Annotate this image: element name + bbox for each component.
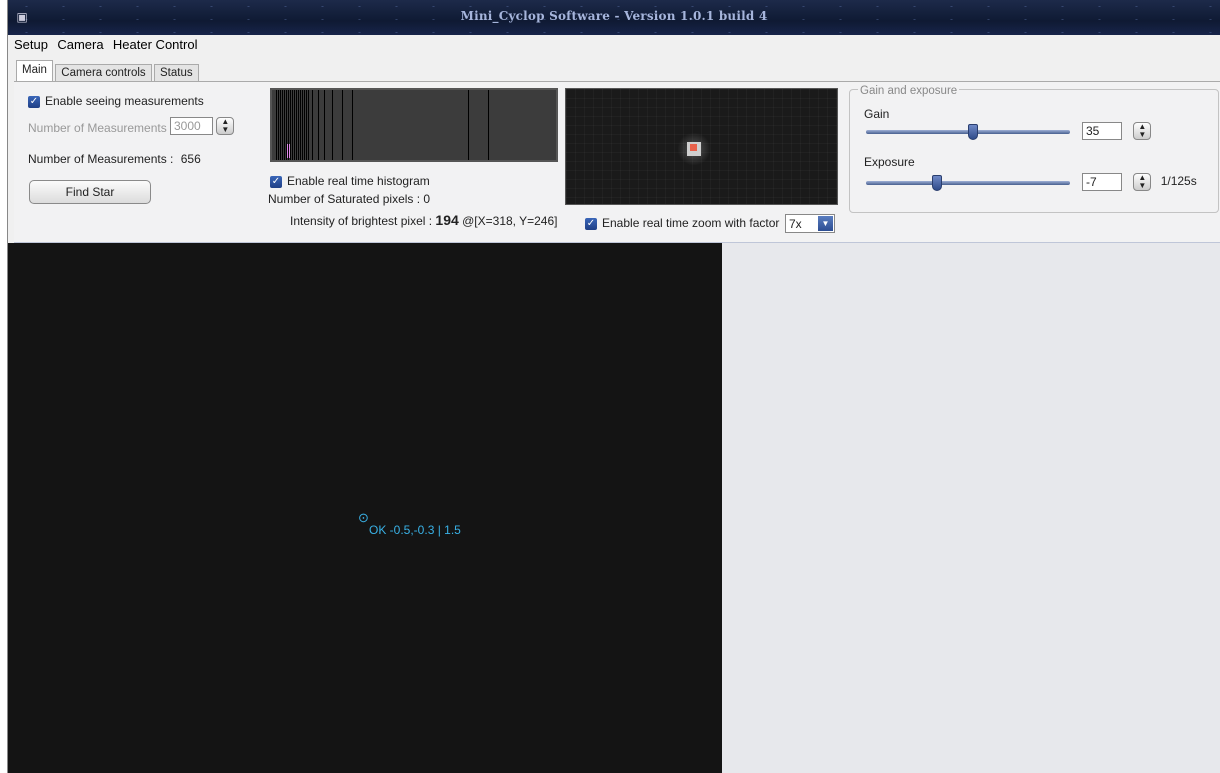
histogram-bar [290,90,291,160]
target-status-text: OK -0.5,-0.3 | 1.5 [369,523,461,537]
enable-seeing-label: Enable seeing measurements [45,94,204,108]
histogram-bar [324,90,325,160]
exposure-input[interactable]: -7 [1082,173,1122,191]
camera-view[interactable] [8,243,722,773]
chevron-down-icon[interactable]: ▼ [818,216,833,231]
histogram-bar [488,90,489,160]
histogram-bar [352,90,353,160]
window-left-edge [0,0,8,773]
saturated-pixels-label: Number of Saturated pixels : 0 [268,192,431,206]
checkbox-checked-icon: ✓ [28,95,40,108]
histogram-bar [468,90,469,160]
right-pane [722,243,1220,773]
histogram-bar [294,90,295,160]
gain-exposure-legend: Gain and exposure [858,85,960,97]
histogram-bar [282,90,283,160]
zoom-factor-value: 7x [789,217,802,231]
histogram-view [270,88,558,162]
zoom-star-center [690,144,697,151]
enable-seeing-checkbox[interactable]: ✓ Enable seeing measurements [28,94,204,108]
enable-zoom-label: Enable real time zoom with factor [602,216,780,230]
histogram-bar [288,90,289,160]
checkbox-checked-icon: ✓ [585,217,597,230]
zoom-factor-select[interactable]: 7x ▼ [785,214,835,233]
brightest-pixel-label: Intensity of brightest pixel : [290,214,433,228]
num-measurements-stepper[interactable]: 3000 ▲ ▼ [170,117,235,135]
gain-exposure-group [849,89,1219,213]
tab-strip: Main Camera controls Status [16,60,199,85]
histogram-bar [286,90,287,160]
num-measurements-label: Number of Measurements [28,121,167,135]
num-measurements-readout: Number of Measurements : 656 [28,152,201,166]
histogram-bar [306,90,307,160]
exposure-slider-thumb[interactable] [932,175,942,191]
histogram-bar [276,90,277,160]
histogram-bar [280,90,281,160]
exposure-stepper[interactable]: -7 ▲ ▼ 1/125s [1082,173,1197,191]
brightest-pixel-coords: @[X=318, Y=246] [462,214,558,228]
spin-updown-icon[interactable]: ▲ ▼ [1133,173,1152,191]
menu-camera[interactable]: Camera [57,37,103,52]
histogram-bar [300,90,301,160]
brightest-pixel-row: Intensity of brightest pixel : 194 @[X=3… [290,212,558,228]
gain-stepper[interactable]: 35 ▲ ▼ [1082,122,1152,140]
num-measurements-readout-value: 656 [180,152,201,166]
gain-input[interactable]: 35 [1082,122,1122,140]
histogram-bar [292,90,293,160]
enable-histogram-checkbox[interactable]: ✓ Enable real time histogram [270,174,430,188]
histogram-bar [302,90,303,160]
enable-zoom-checkbox[interactable]: ✓ Enable real time zoom with factor [585,216,779,230]
find-star-button[interactable]: Find Star [29,180,151,204]
zoom-view [565,88,838,205]
histogram-bar [278,90,279,160]
histogram-bar [298,90,299,160]
histogram-bar [342,90,343,160]
histogram-bar [332,90,333,160]
exposure-slider[interactable] [866,181,1070,185]
window-title: Mini_Cyclop Software - Version 1.0.1 bui… [460,9,768,23]
histogram-bar [304,90,305,160]
num-measurements-input[interactable]: 3000 [170,117,213,135]
gain-label: Gain [864,107,890,121]
num-measurements-readout-label: Number of Measurements : [28,152,174,166]
menu-setup[interactable]: Setup [14,37,48,52]
exposure-label: Exposure [864,155,915,169]
menu-bar: Setup Camera Heater Control [14,37,203,57]
histogram-bar [296,90,297,160]
enable-histogram-label: Enable real time histogram [287,174,430,188]
target-icon: ⊙ [358,510,369,525]
spin-updown-icon[interactable]: ▲ ▼ [216,117,235,135]
spin-updown-icon[interactable]: ▲ ▼ [1133,122,1152,140]
histogram-bar [318,90,319,160]
histogram-bar [284,90,285,160]
title-bar: ▣ Mini_Cyclop Software - Version 1.0.1 b… [8,0,1220,35]
checkbox-checked-icon: ✓ [270,175,282,188]
gain-slider-thumb[interactable] [968,124,978,140]
histogram-bar [308,90,309,160]
histogram-bar [312,90,313,160]
exposure-time-label: 1/125s [1160,174,1197,189]
menu-heater-control[interactable]: Heater Control [113,37,198,52]
brightest-pixel-value: 194 [435,212,459,228]
